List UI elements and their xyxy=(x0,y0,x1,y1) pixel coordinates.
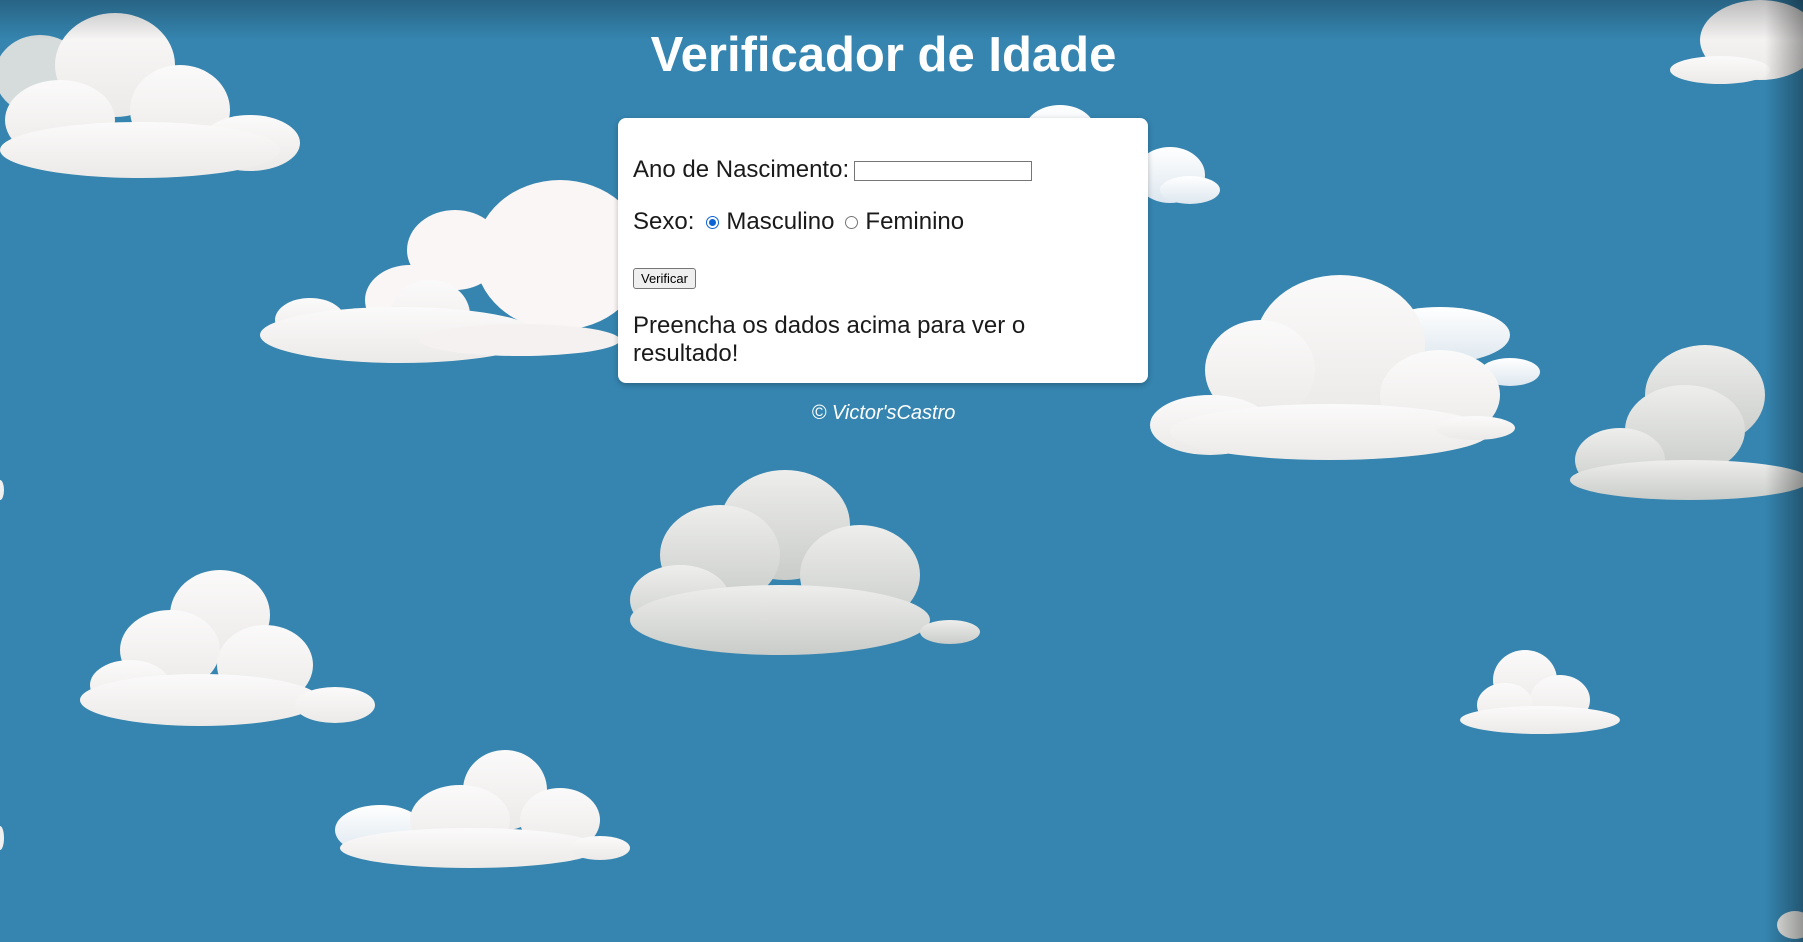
cloud xyxy=(335,750,630,868)
verify-button[interactable]: Verificar xyxy=(633,268,696,289)
cloud xyxy=(630,470,980,655)
cloud xyxy=(1150,275,1540,460)
radio-feminino[interactable] xyxy=(845,215,859,229)
birth-year-input[interactable] xyxy=(854,160,1033,181)
radio-masculino[interactable] xyxy=(706,215,720,229)
footer-credit: © Victor'sCastro xyxy=(811,402,956,424)
right-edge-shadow xyxy=(1765,0,1803,942)
page-title: Verificador de Idade xyxy=(650,28,1117,82)
cloud xyxy=(0,826,4,850)
radio-masculino-label[interactable]: Masculino xyxy=(726,208,834,236)
cloud xyxy=(80,570,375,726)
cloud xyxy=(0,480,4,500)
cloud xyxy=(1460,650,1620,734)
cloud xyxy=(260,180,645,363)
form-card: Ano de Nascimento: Sexo: Masculino Femin… xyxy=(618,118,1148,383)
sex-row: Sexo: Masculino Feminino xyxy=(633,208,964,236)
sex-label: Sexo: xyxy=(633,208,695,235)
radio-feminino-label[interactable]: Feminino xyxy=(865,208,964,236)
result-text: Preencha os dados acima para ver o resul… xyxy=(633,312,1026,367)
birth-year-label: Ano de Nascimento: xyxy=(633,156,850,183)
birth-year-row: Ano de Nascimento: xyxy=(633,156,1033,184)
